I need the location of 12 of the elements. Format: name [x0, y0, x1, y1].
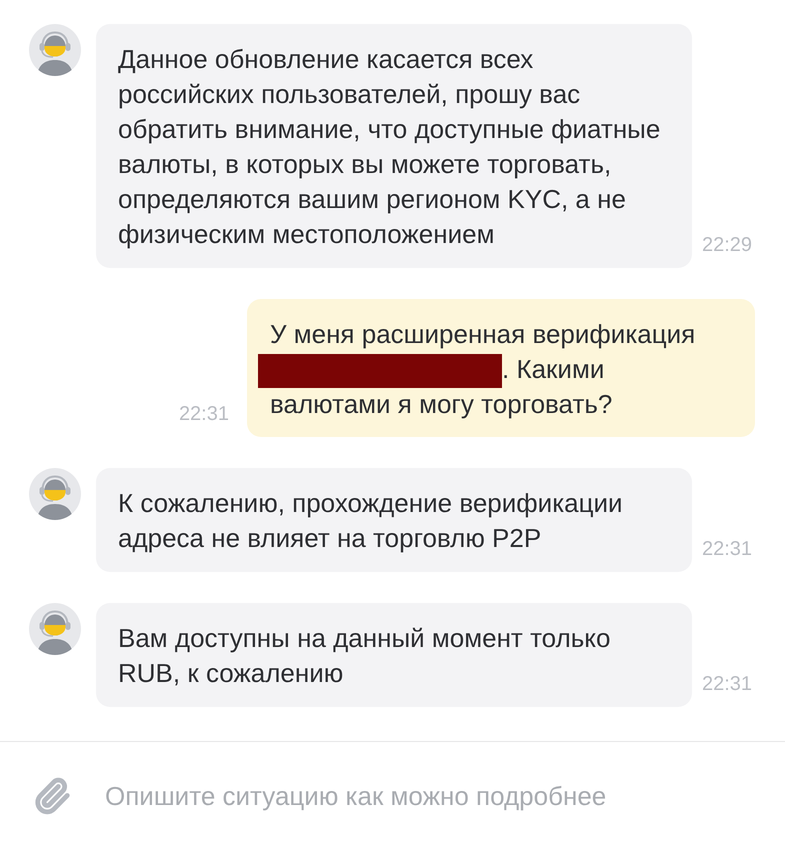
message-text: К сожалению, прохождение верификации адреса не влияет на торговлю P2P	[118, 487, 624, 555]
message-time: 22:29	[702, 233, 752, 258]
message-text: У меня расширенная верификация . Какими валютами я могу торговать?	[270, 318, 696, 421]
agent-avatar-icon	[29, 468, 81, 520]
message-text: Вам доступны на данный момент только RUB, к сожалению	[118, 622, 612, 690]
message-time: 22:31	[702, 537, 752, 562]
message-time: 22:31	[702, 672, 752, 697]
message-text: Данное обновление касается всех российских пользователей, прошу вас обратить внимание, что доступные фиатные валюты, в которых вы можете торговать, определяются вашим регионом KYC, а не физическим местоположением	[118, 43, 662, 251]
message-input[interactable]: Опишите ситуацию как можно подробнее	[105, 776, 755, 816]
agent-avatar-icon	[29, 603, 81, 655]
agent-avatar-icon	[29, 24, 81, 76]
message-time: 22:31	[178, 402, 229, 427]
